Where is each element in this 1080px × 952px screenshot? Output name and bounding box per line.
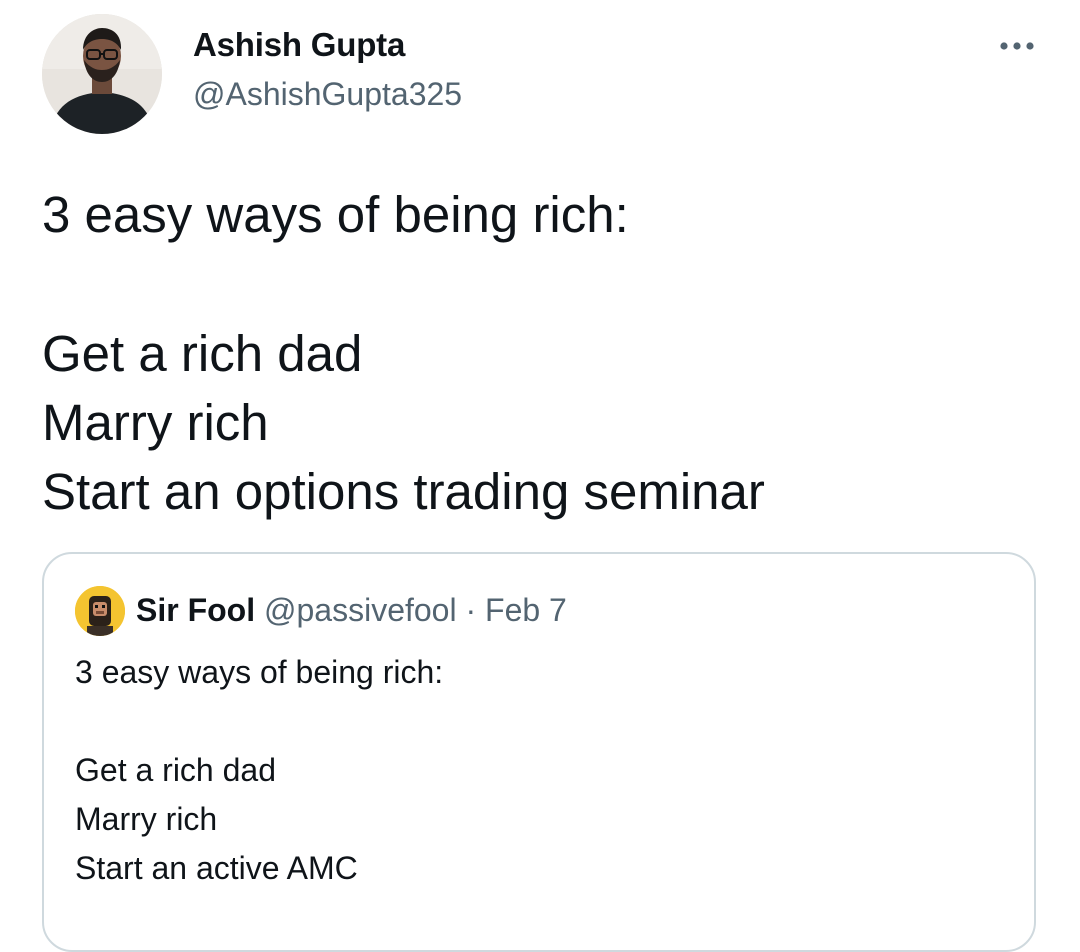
ape-avatar-icon	[75, 586, 125, 636]
quoted-line: Marry rich	[75, 801, 218, 837]
more-options-button[interactable]	[996, 28, 1038, 64]
author-name[interactable]: Ashish Gupta	[193, 26, 405, 64]
quoted-line: 3 easy ways of being rich:	[75, 654, 444, 690]
tweet-line: Start an options trading seminar	[42, 463, 765, 520]
quoted-author-name[interactable]: Sir Fool	[136, 592, 255, 628]
quoted-tweet-card[interactable]: Sir Fool @passivefool · Feb 7 3 easy way…	[42, 552, 1036, 952]
more-horizontal-icon	[1000, 42, 1034, 50]
tweet: Ashish Gupta @AshishGupta325 3 easy ways…	[0, 0, 1080, 952]
tweet-line: Get a rich dad	[42, 325, 363, 382]
quoted-line: Start an active AMC	[75, 850, 358, 886]
tweet-line: Marry rich	[42, 394, 269, 451]
author-handle[interactable]: @AshishGupta325	[193, 76, 462, 113]
tweet-text: 3 easy ways of being rich: Get a rich da…	[42, 180, 1032, 526]
quoted-tweet-header: Sir Fool @passivefool · Feb 7	[136, 590, 567, 630]
quoted-line-blank	[75, 698, 1005, 747]
quoted-tweet-text: 3 easy ways of being rich: Get a rich da…	[75, 649, 1005, 894]
tweet-line: 3 easy ways of being rich:	[42, 186, 629, 243]
person-avatar-icon	[42, 14, 162, 134]
quoted-line: Get a rich dad	[75, 752, 276, 788]
quoted-tweet-date[interactable]: Feb 7	[485, 592, 567, 628]
header-separator: ·	[465, 592, 477, 628]
author-avatar[interactable]	[42, 14, 162, 134]
quoted-author-handle[interactable]: @passivefool	[264, 592, 457, 628]
quoted-author-avatar[interactable]	[75, 586, 125, 636]
